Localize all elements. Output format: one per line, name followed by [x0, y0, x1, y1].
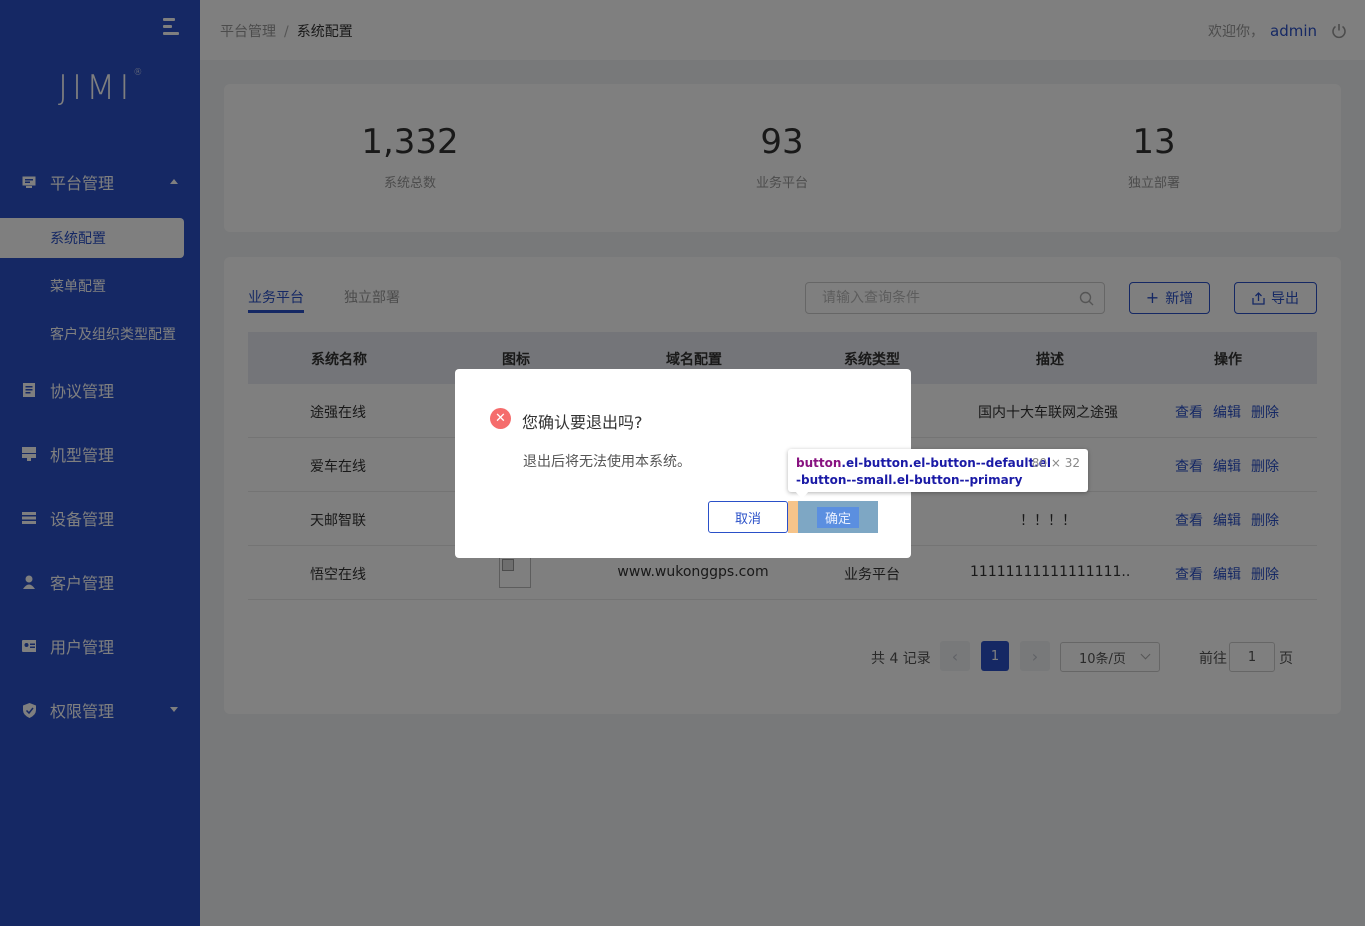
cancel-button[interactable]: 取消: [708, 501, 788, 533]
confirm-button[interactable]: 确定: [798, 501, 878, 533]
error-icon: ✕: [490, 408, 511, 429]
dialog-message: 退出后将无法使用本系统。: [523, 454, 691, 470]
devtools-inspect-tooltip: button.el-button.el-button--default.el -…: [788, 449, 1088, 492]
tooltip-arrow: [795, 491, 809, 499]
dialog-title: 您确认要退出吗?: [522, 413, 643, 432]
element-dimensions: 80 × 32: [1031, 456, 1080, 470]
confirm-button-highlight: 确定: [788, 501, 878, 533]
